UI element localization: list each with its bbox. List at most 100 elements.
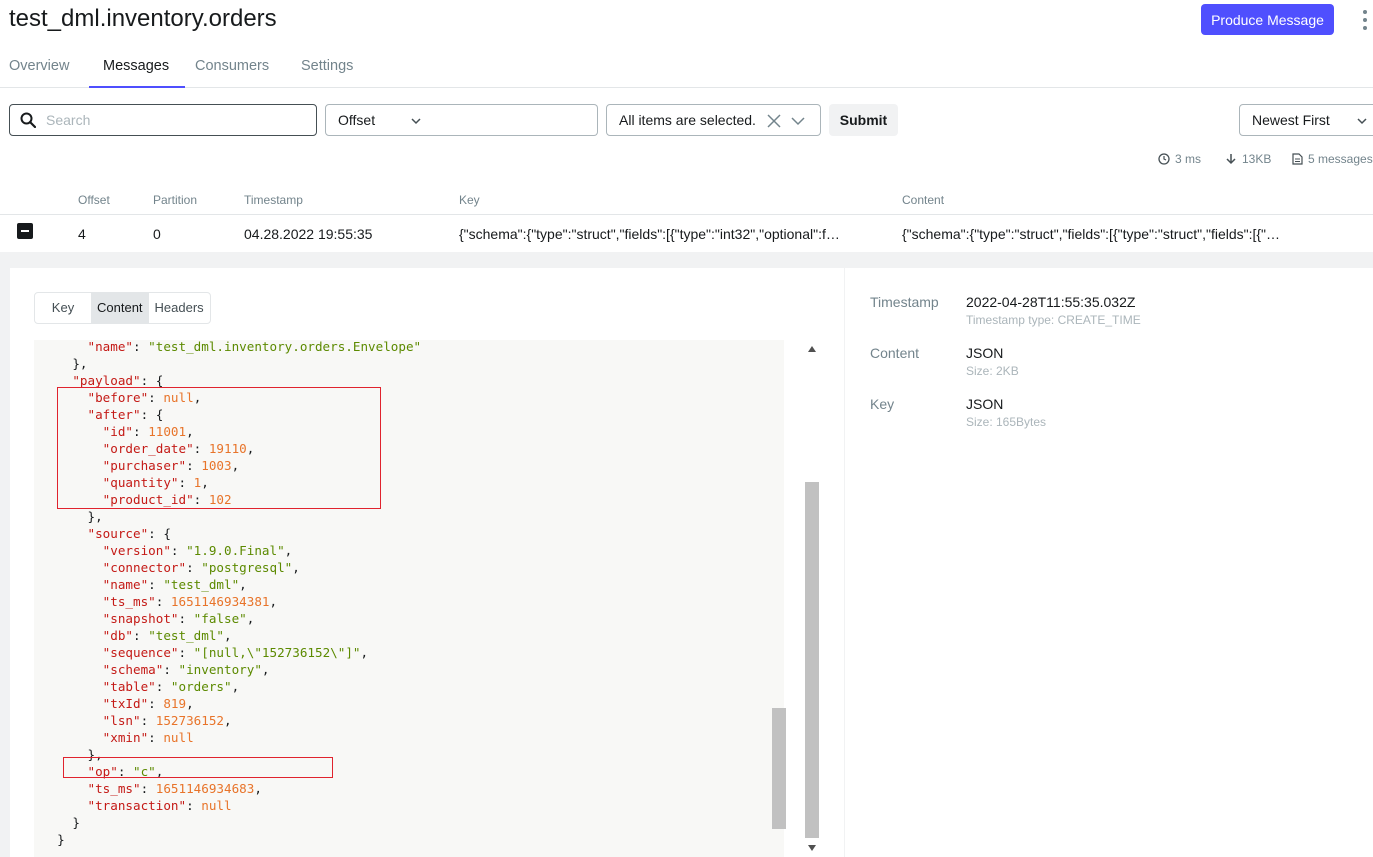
code-token: "ts_ms": [87, 781, 141, 796]
code-line: "name": "test_dml.inventory.orders.Envel…: [42, 340, 784, 355]
table-row[interactable]: 4 0 04.28.2022 19:55:35 {"schema":{"type…: [0, 214, 1373, 252]
code-token: "connector": [102, 560, 187, 575]
code-token: :: [133, 340, 149, 354]
code-line: }: [42, 831, 784, 848]
code-token: 152736152: [155, 713, 225, 728]
partitions-value: All items are selected.: [619, 112, 756, 128]
submit-button[interactable]: Submit: [829, 104, 898, 136]
tab-consumers[interactable]: Consumers: [195, 58, 269, 74]
code-token: "version": [102, 543, 171, 558]
scroll-up-icon[interactable]: [807, 345, 817, 353]
outer-scroll-thumb[interactable]: [805, 482, 819, 838]
code-token: "source": [87, 526, 149, 541]
code-token: :: [155, 594, 171, 609]
code-token: "txId": [102, 696, 149, 711]
code-token: ,: [186, 696, 194, 711]
code-token: }: [72, 815, 80, 830]
meta-timestamp-value: 2022-04-28T11:55:35.032Z: [966, 294, 1136, 310]
code-token: }: [57, 832, 65, 847]
meta-content-value: JSON: [966, 345, 1004, 361]
message-metadata-panel: Timestamp 2022-04-28T11:55:35.032Z Times…: [845, 268, 1373, 857]
code-token: ,: [246, 611, 255, 626]
code-line: "schema": "inventory",: [42, 661, 784, 678]
meta-timestamp-label: Timestamp: [870, 294, 939, 310]
code-token: "test_dml.inventory.orders.Envelope": [148, 340, 422, 354]
collapse-row-icon[interactable]: [17, 223, 33, 239]
code-token: :: [155, 679, 171, 694]
row-offset: 4: [78, 226, 86, 242]
code-token: ,: [292, 560, 300, 575]
column-header-key: Key: [459, 193, 480, 207]
code-token: :: [140, 713, 156, 728]
view-tab-content[interactable]: Content: [91, 293, 149, 323]
chevron-down-icon: [1357, 118, 1367, 125]
code-line: "connector": "postgresql",: [42, 559, 784, 576]
code-token: "name": [102, 577, 149, 592]
meta-key-value: JSON: [966, 396, 1004, 412]
code-line: "sequence": "[null,\"152736152\"]",: [42, 644, 784, 661]
code-token: "false": [193, 611, 247, 626]
code-token: ,: [231, 679, 240, 694]
code-token: :: [186, 798, 202, 813]
view-tab-headers[interactable]: Headers: [149, 293, 210, 323]
code-line: "ts_ms": 1651146934683,: [42, 780, 784, 797]
code-token: null: [201, 798, 232, 813]
clock-icon: [1158, 153, 1170, 165]
scroll-down-icon[interactable]: [807, 844, 817, 852]
code-token: "schema": [102, 662, 164, 677]
code-token: "sequence": [102, 645, 179, 660]
highlight-box-op: [63, 757, 333, 778]
code-line: "name": "test_dml",: [42, 576, 784, 593]
code-token: ,: [224, 628, 232, 643]
code-token: ,: [360, 645, 369, 660]
meta-content-size: Size: 2KB: [966, 364, 1019, 378]
search-field[interactable]: [9, 104, 317, 136]
code-token: ,: [269, 594, 278, 609]
code-token: :: [178, 611, 194, 626]
code-line: "db": "test_dml",: [42, 627, 784, 644]
code-token: },: [87, 509, 103, 524]
page-title: test_dml.inventory.orders: [9, 5, 277, 32]
code-token: ,: [284, 543, 293, 558]
code-token: :: [163, 662, 179, 677]
inner-scroll-thumb[interactable]: [772, 708, 786, 829]
active-tab-indicator: [89, 86, 185, 88]
code-line: "source": {: [42, 525, 784, 542]
code-token: "table": [102, 679, 156, 694]
code-token: : {: [148, 526, 171, 541]
code-token: "xmin": [102, 730, 149, 745]
produce-message-button[interactable]: Produce Message: [1201, 4, 1334, 35]
partitions-select[interactable]: All items are selected.: [606, 104, 821, 136]
code-token: 1651146934683: [155, 781, 255, 796]
code-token: "payload": [72, 373, 141, 388]
code-token: :: [148, 730, 164, 745]
code-token: ,: [261, 662, 270, 677]
message-detail: Key Content Headers "name": "test_dml.in…: [0, 252, 1373, 857]
row-key: {"schema":{"type":"struct","fields":[{"t…: [459, 226, 840, 242]
view-tab-key[interactable]: Key: [35, 293, 91, 323]
row-content: {"schema":{"type":"struct","fields":[{"t…: [902, 226, 1281, 242]
code-token: ,: [224, 713, 232, 728]
tab-overview[interactable]: Overview: [9, 58, 69, 74]
outer-scrollbar[interactable]: [804, 340, 820, 857]
clear-icon[interactable]: [767, 114, 781, 128]
inner-scrollbar[interactable]: [772, 340, 786, 857]
offset-input[interactable]: [429, 104, 598, 136]
code-token: "transaction": [87, 798, 187, 813]
arrow-down-icon: [1226, 154, 1236, 165]
code-token: "postgresql": [201, 560, 293, 575]
sort-select[interactable]: Newest First: [1239, 104, 1373, 136]
search-input[interactable]: [46, 112, 296, 128]
seek-type-select[interactable]: Offset: [325, 104, 430, 136]
more-options-icon[interactable]: [1360, 10, 1370, 30]
code-token: "test_dml": [148, 628, 225, 643]
tab-messages[interactable]: Messages: [103, 58, 169, 74]
code-token: :: [178, 645, 194, 660]
code-token: :: [133, 628, 149, 643]
column-header-offset: Offset: [78, 193, 110, 207]
code-token: 1651146934381: [170, 594, 270, 609]
code-line: },: [42, 355, 784, 372]
code-line: }: [42, 814, 784, 831]
code-token: "name": [87, 340, 134, 354]
tab-settings[interactable]: Settings: [301, 58, 353, 74]
